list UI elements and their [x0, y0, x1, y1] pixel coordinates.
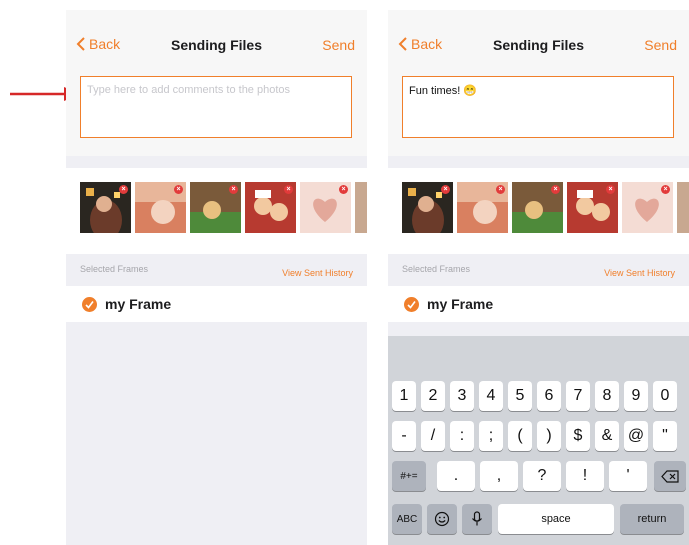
key[interactable]: 7 — [566, 381, 590, 411]
key[interactable]: ? — [523, 461, 561, 491]
key[interactable]: ) — [537, 421, 561, 451]
photo-thumbnail[interactable] — [355, 182, 367, 233]
photo-thumbnail[interactable]: × — [402, 182, 453, 233]
key[interactable]: 2 — [421, 381, 445, 411]
symbols-key[interactable]: #+= — [392, 461, 426, 491]
emoji-key[interactable] — [427, 504, 457, 534]
abc-key[interactable]: ABC — [392, 504, 422, 534]
view-sent-history-link[interactable]: View Sent History — [282, 268, 353, 278]
key[interactable]: @ — [624, 421, 648, 451]
photo-image — [677, 182, 689, 233]
frame-list-item[interactable]: my Frame — [388, 286, 689, 322]
space-key[interactable]: space — [498, 504, 614, 534]
comment-input[interactable]: Type here to add comments to the photos — [80, 76, 352, 138]
key[interactable]: - — [392, 421, 416, 451]
photo-thumbnail[interactable]: × — [190, 182, 241, 233]
key[interactable]: / — [421, 421, 445, 451]
key[interactable]: $ — [566, 421, 590, 451]
photo-thumbnail[interactable]: × — [245, 182, 296, 233]
key[interactable]: & — [595, 421, 619, 451]
view-sent-history-link[interactable]: View Sent History — [604, 268, 675, 278]
delete-key[interactable] — [654, 461, 686, 491]
photo-thumbnail[interactable]: × — [300, 182, 351, 233]
send-button[interactable]: Send — [644, 37, 677, 53]
key[interactable]: 8 — [595, 381, 619, 411]
frame-name: my Frame — [427, 296, 494, 312]
remove-photo-icon[interactable]: × — [606, 185, 615, 194]
photo-thumbnail[interactable]: × — [457, 182, 508, 233]
remove-photo-icon[interactable]: × — [229, 185, 238, 194]
key[interactable]: " — [653, 421, 677, 451]
photo-thumbnail[interactable]: × — [512, 182, 563, 233]
frames-header: Selected Frames View Sent History — [388, 254, 689, 286]
key[interactable]: : — [450, 421, 474, 451]
frame-name: my Frame — [105, 296, 172, 312]
selected-frames-label: Selected Frames — [80, 264, 149, 274]
dictation-key[interactable] — [462, 504, 492, 534]
remove-photo-icon[interactable]: × — [339, 185, 348, 194]
key[interactable]: 9 — [624, 381, 648, 411]
photo-thumbnail[interactable] — [677, 182, 689, 233]
key[interactable]: , — [480, 461, 518, 491]
sending-files-screen-empty: Back Sending Files Send Type here to add… — [66, 10, 367, 545]
comment-input[interactable]: Fun times! 😁 — [402, 76, 674, 138]
return-key[interactable]: return — [620, 504, 684, 534]
sending-files-screen-typing: Back Sending Files Send Fun times! 😁 × ×… — [388, 10, 689, 545]
photo-thumbnail[interactable]: × — [622, 182, 673, 233]
key[interactable]: 3 — [450, 381, 474, 411]
remove-photo-icon[interactable]: × — [661, 185, 670, 194]
key[interactable]: 4 — [479, 381, 503, 411]
selected-frames-label: Selected Frames — [402, 264, 471, 274]
send-button[interactable]: Send — [322, 37, 355, 53]
checkmark-icon[interactable] — [404, 296, 419, 312]
key[interactable]: 1 — [392, 381, 416, 411]
frame-list-item[interactable]: my Frame — [66, 286, 367, 322]
key[interactable]: 5 — [508, 381, 532, 411]
photo-image — [355, 182, 367, 233]
key[interactable]: ; — [479, 421, 503, 451]
photo-thumbnail[interactable]: × — [80, 182, 131, 233]
key[interactable]: ' — [609, 461, 647, 491]
remove-photo-icon[interactable]: × — [174, 185, 183, 194]
remove-photo-icon[interactable]: × — [496, 185, 505, 194]
microphone-icon — [472, 511, 482, 526]
numeric-keyboard: 1 2 3 4 5 6 7 8 9 0 - / : ; ( ) $ & @ " … — [388, 336, 689, 545]
remove-photo-icon[interactable]: × — [551, 185, 560, 194]
remove-photo-icon[interactable]: × — [284, 185, 293, 194]
photo-thumbnail[interactable]: × — [567, 182, 618, 233]
key[interactable]: 6 — [537, 381, 561, 411]
emoji-icon — [434, 511, 450, 527]
frames-header: Selected Frames View Sent History — [66, 254, 367, 286]
photo-thumbnail[interactable]: × — [135, 182, 186, 233]
key[interactable]: 0 — [653, 381, 677, 411]
remove-photo-icon[interactable]: × — [441, 185, 450, 194]
key[interactable]: ( — [508, 421, 532, 451]
photo-strip[interactable]: × × × × × — [66, 168, 367, 254]
backspace-icon — [661, 469, 679, 483]
remove-photo-icon[interactable]: × — [119, 185, 128, 194]
key[interactable]: ! — [566, 461, 604, 491]
photo-strip[interactable]: × × × × × — [388, 168, 689, 254]
checkmark-icon[interactable] — [82, 296, 97, 312]
key[interactable]: . — [437, 461, 475, 491]
